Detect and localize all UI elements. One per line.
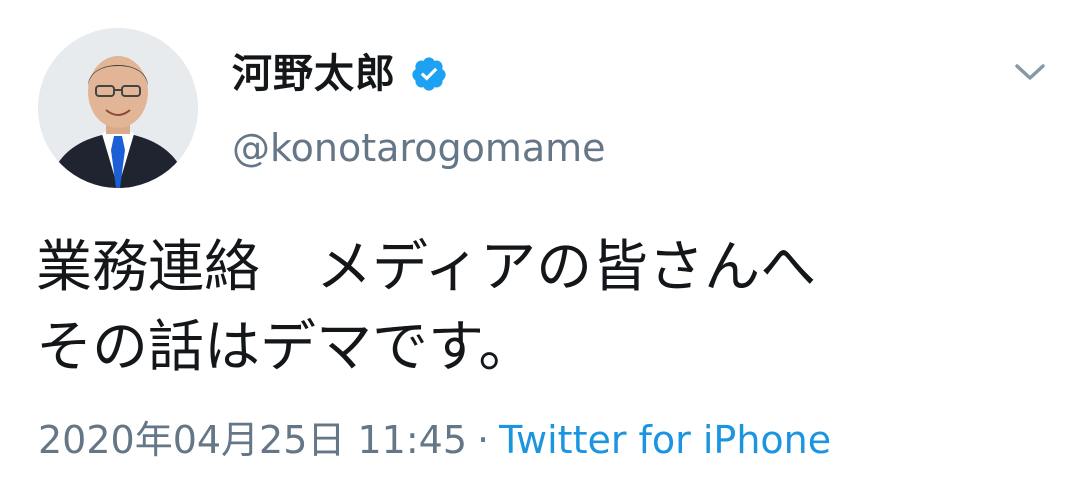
verified-badge-icon [410,55,448,93]
avatar-photo-icon [38,28,198,188]
tweet-text-line-1: 業務連絡 メディアの皆さんへ [36,235,817,300]
tweet-timestamp[interactable]: 2020年04月25日 11:45 [38,418,467,462]
user-handle[interactable]: @konotarogomame [232,122,606,174]
tweet-text: 業務連絡 メディアの皆さんへ その話はデマです。 [36,228,1046,388]
tweet-card: 河野太郎 @konotarogomame 業務連絡 メディアの皆さんへ その話は… [0,0,1080,499]
avatar[interactable] [38,28,198,188]
display-name[interactable]: 河野太郎 [232,46,396,102]
name-row: 河野太郎 [232,46,448,102]
tweet-meta: 2020年04月25日 11:45 · Twitter for iPhone [38,414,831,466]
tweet-source-link[interactable]: Twitter for iPhone [499,418,831,462]
tweet-text-line-2: その話はデマです。 [36,315,535,380]
meta-separator: · [477,418,490,462]
chevron-down-icon[interactable] [1012,58,1048,86]
